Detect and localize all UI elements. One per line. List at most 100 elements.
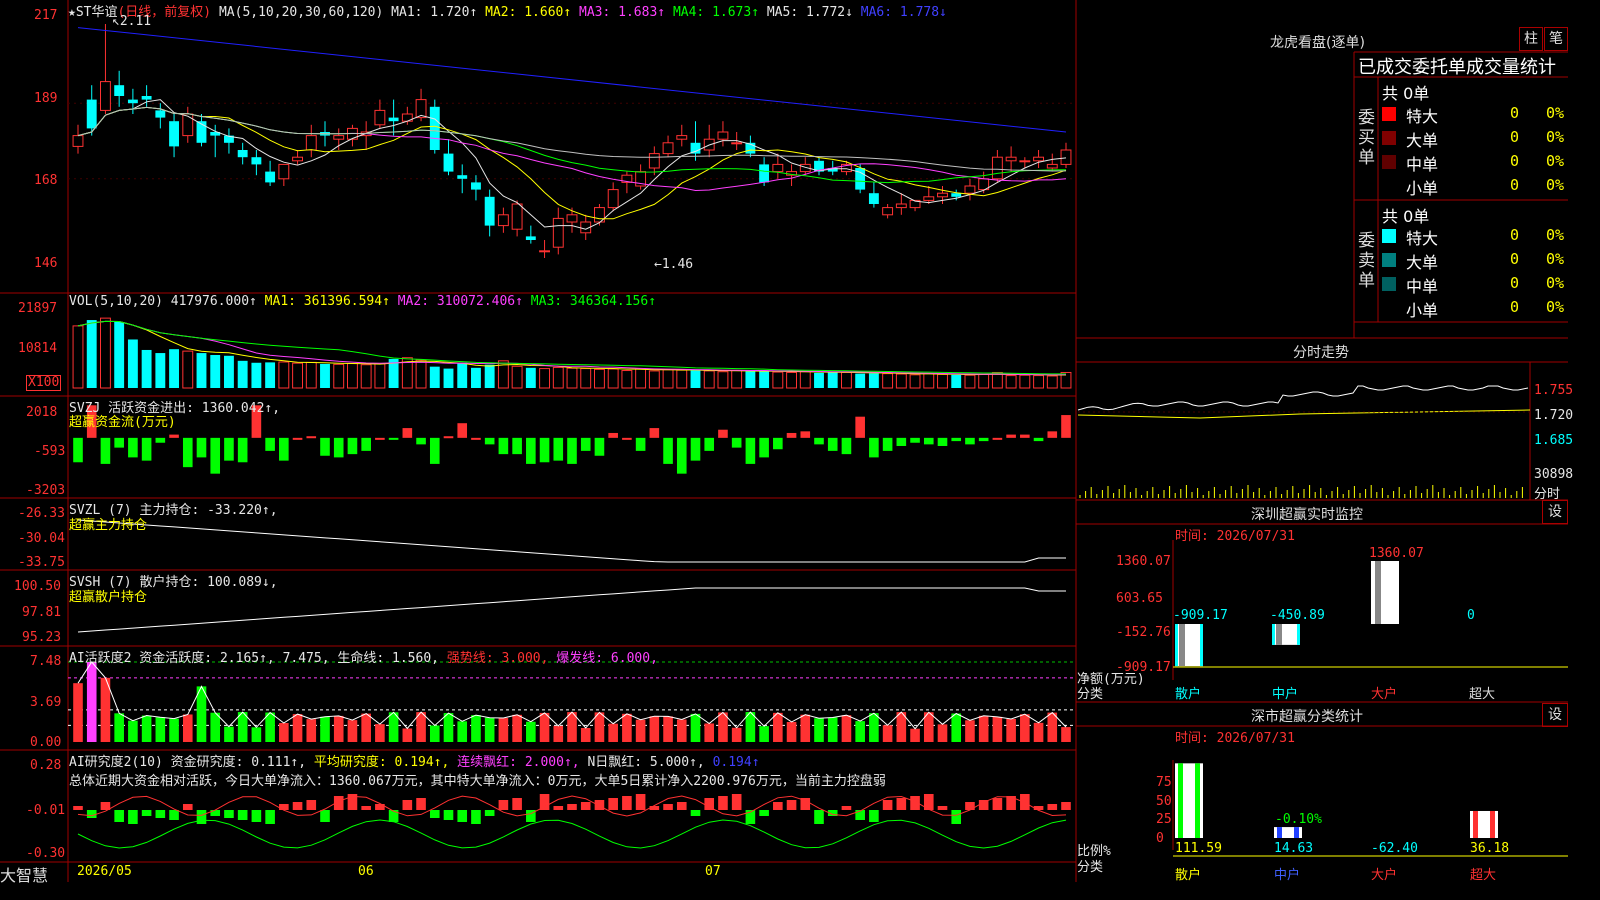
volume-bar-down <box>114 322 125 388</box>
stat-row-name: 特大 <box>1406 229 1439 248</box>
volume-bar-up <box>786 371 797 389</box>
svzj-tick-1: 2018 <box>26 405 58 420</box>
stat-row-pct: 0% <box>1546 274 1565 292</box>
volume-bar-down <box>251 362 262 388</box>
svzj-bar <box>622 437 632 440</box>
price-tick-2: 189 <box>34 91 58 106</box>
monitor-settings-button[interactable]: 设 <box>1542 500 1568 524</box>
ai1-bar-up <box>1006 718 1016 742</box>
monitor-bar-value: -450.89 <box>1270 608 1325 623</box>
candle-body-down <box>484 196 495 226</box>
volume-bar-down <box>127 339 138 388</box>
volume-bar-up <box>1019 374 1031 389</box>
classify-xlabel: 分类 <box>1077 860 1104 875</box>
svzj-bar <box>196 437 207 458</box>
svzj-bar <box>141 437 152 461</box>
ai1-bar-up <box>553 725 564 742</box>
ai1-bar-up <box>841 715 852 742</box>
ai1-bar-up <box>992 716 1003 742</box>
ai2-bar <box>978 800 989 810</box>
candle-body-up <box>539 250 550 253</box>
buy-swatch <box>1382 131 1396 145</box>
ai1-bar-up <box>882 725 893 742</box>
ai2-bar <box>443 810 454 820</box>
ma30-line <box>77 106 1067 184</box>
vol-label: VOL(5,10,20) <box>69 294 163 309</box>
sell-total: 共 0单 <box>1382 207 1430 226</box>
volume-bar-down <box>484 364 495 388</box>
ai1-bar-down <box>869 713 879 742</box>
classify-cat: 中户 <box>1274 868 1301 883</box>
svzj-bar <box>333 437 344 458</box>
dragon-title: 龙虎看盘(逐单) <box>1270 35 1365 51</box>
candle-body-down <box>443 153 454 172</box>
candle-body-down <box>86 99 97 129</box>
svzj-bar <box>786 432 797 438</box>
ai1-bar-up <box>608 723 618 742</box>
stat-row-pct: 0% <box>1546 152 1565 170</box>
svzj-bar <box>279 437 289 461</box>
buy-side-label: 委买单 <box>1358 108 1375 168</box>
ai1-bar-up <box>704 723 715 742</box>
ai2-label: AI研究度2(10) 资金研究度: 0.111↑, <box>69 755 307 770</box>
ai1-bar-down <box>443 713 454 742</box>
ai1-bar-down <box>827 717 838 742</box>
svzj-bar <box>827 437 838 451</box>
svzj-bar <box>1047 431 1058 438</box>
svzj-bar <box>429 437 440 464</box>
svzj-bar <box>306 436 317 439</box>
volume-bar-down <box>827 372 838 388</box>
classify-settings-button[interactable]: 设 <box>1542 703 1568 727</box>
svzj-bar <box>759 437 769 458</box>
ai1-bar-up <box>375 724 385 742</box>
ai2-bar <box>553 806 564 810</box>
candle-body-down <box>525 236 536 240</box>
volume-bar-up <box>72 325 84 389</box>
candle-body-up <box>511 203 523 230</box>
ai1-bar-down <box>471 715 481 742</box>
volume-bar-down <box>814 372 824 388</box>
classify-bar-edge <box>1195 763 1200 838</box>
ai1-bar-up <box>347 720 358 742</box>
candle-body-up <box>182 113 194 137</box>
ai1-bar-up <box>73 683 83 742</box>
ai1-bar-down <box>320 716 330 742</box>
monitor-cat: 大户 <box>1371 687 1398 702</box>
stat-row-value: 0 <box>1510 176 1520 194</box>
bar-mode-button[interactable]: 柱 <box>1519 27 1543 51</box>
candle-body-up <box>100 81 111 111</box>
intraday-title: 分时走势 <box>1293 345 1349 361</box>
ai2-bar <box>169 810 179 820</box>
ai1-bar-up <box>292 714 303 742</box>
svzj-bar <box>731 437 742 448</box>
svzj-bar <box>210 437 221 474</box>
stat-row-value: 0 <box>1510 250 1520 268</box>
ai1-bar-up <box>512 714 522 742</box>
ai1-burst: 爆发线: 6.000, <box>556 651 658 666</box>
volume-bar-up <box>662 369 674 389</box>
ma120-line <box>77 27 1067 133</box>
candle-body-down <box>759 164 770 183</box>
sell-swatch <box>1382 229 1396 243</box>
vol-value: 417976.000↑ <box>170 294 257 309</box>
ai2-bar <box>279 804 289 810</box>
volume-bar-up <box>703 370 715 389</box>
ai2-bar <box>1020 794 1030 810</box>
classify-tick: 75 <box>1156 775 1172 790</box>
monitor-bar-edge <box>1175 624 1178 667</box>
ai2-avg: 平均研究度: 0.194↑, <box>313 755 450 770</box>
tick-mode-button[interactable]: 笔 <box>1544 27 1568 51</box>
svzj-bar <box>1020 434 1030 438</box>
monitor-title: 深圳超赢实时监控 <box>1251 507 1363 523</box>
volume-bar-up <box>566 367 578 389</box>
svzj-bar <box>498 437 509 455</box>
monitor-cat: 中户 <box>1272 687 1299 702</box>
volume-bar-up <box>594 368 605 389</box>
volume-bar-up <box>100 317 111 389</box>
volume-bar-up <box>333 363 345 389</box>
stat-row-value: 0 <box>1510 226 1520 244</box>
svzj-bar <box>512 437 522 455</box>
ai1-bar-up <box>402 728 413 742</box>
price-tick-3: 168 <box>34 173 58 188</box>
candle-body-up <box>731 142 743 145</box>
